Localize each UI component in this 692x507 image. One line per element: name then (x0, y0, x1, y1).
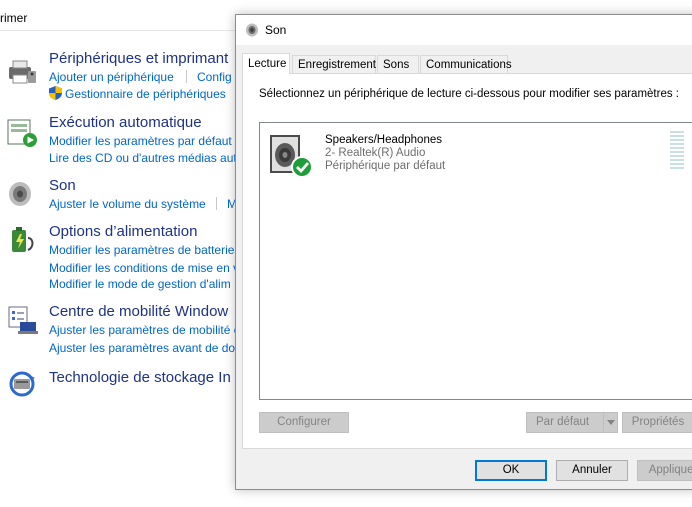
link-autoplay-defaults[interactable]: Modifier les paramètres par défaut p (49, 134, 242, 148)
link-play-cd[interactable]: Lire des CD ou d'autres médias autc (49, 151, 243, 165)
link-device-manager[interactable]: Gestionnaire de périphériques (65, 87, 226, 101)
link-separator (186, 70, 187, 83)
section-title-power-options[interactable]: Options d’alimentation (49, 223, 197, 240)
section-title-mobility-center[interactable]: Centre de mobilité Window (49, 303, 228, 320)
sound-dialog: Son Lecture Enregistrement Sons Communic… (235, 14, 692, 490)
speaker-icon (246, 23, 258, 37)
menu-label-imprimer[interactable]: rimer (0, 11, 27, 25)
link-adjust-volume[interactable]: Ajuster le volume du système (49, 197, 206, 211)
dialog-titlebar[interactable]: Son (236, 15, 692, 45)
autoplay-icon (7, 119, 37, 147)
link-config[interactable]: Config (197, 70, 232, 84)
link-battery-settings[interactable]: Modifier les paramètres de batteries (49, 243, 240, 257)
mobility-center-icon (8, 306, 38, 334)
section-title-sound[interactable]: Son (49, 177, 76, 194)
link-presentation-settings[interactable]: Ajuster les paramètres avant de don (49, 341, 242, 355)
tab-enregistrement[interactable]: Enregistrement (292, 55, 376, 73)
section-title-devices-printers[interactable]: Périphériques et imprimant (49, 50, 228, 67)
set-default-button[interactable]: Par défaut (526, 412, 618, 433)
sound-icon (9, 182, 31, 206)
instruction-text: Sélectionnez un périphérique de lecture … (259, 88, 679, 100)
tab-sons[interactable]: Sons (377, 55, 419, 73)
configure-button[interactable]: Configurer (259, 412, 349, 433)
link-mobility-settings[interactable]: Ajuster les paramètres de mobilité c (49, 323, 240, 337)
playback-panel: Sélectionnez un périphérique de lecture … (242, 73, 692, 449)
chevron-down-icon[interactable] (603, 413, 618, 432)
device-status: Périphérique par défaut (325, 160, 446, 172)
dialog-title: Son (265, 23, 287, 37)
apply-button[interactable]: Appliquer (637, 460, 692, 481)
section-title-storage[interactable]: Technologie de stockage In (49, 369, 231, 386)
link-separator (216, 197, 217, 210)
playback-device-list[interactable]: Speakers/Headphones 2- Realtek(R) Audio … (259, 122, 692, 400)
link-power-mode[interactable]: Modifier le mode de gestion d'alim (49, 277, 231, 291)
link-sleep-conditions[interactable]: Modifier les conditions de mise en v (49, 261, 239, 275)
device-driver: 2- Realtek(R) Audio (325, 147, 426, 159)
printer-icon (9, 60, 36, 84)
tab-lecture[interactable]: Lecture (242, 53, 290, 74)
tab-communications[interactable]: Communications (420, 55, 512, 73)
properties-button[interactable]: Propriétés (622, 412, 692, 433)
ok-button[interactable]: OK (475, 460, 547, 481)
cancel-button[interactable]: Annuler (556, 460, 628, 481)
shield-icon (49, 86, 62, 100)
section-title-autoplay[interactable]: Exécution automatique (49, 114, 202, 131)
storage-icon (9, 371, 35, 397)
power-options-icon (12, 227, 34, 252)
set-default-label: Par défaut (536, 416, 590, 428)
speaker-device-icon (270, 135, 313, 178)
device-name: Speakers/Headphones (325, 134, 442, 146)
volume-level-meter (670, 131, 684, 171)
link-add-device[interactable]: Ajouter un périphérique (49, 70, 174, 84)
